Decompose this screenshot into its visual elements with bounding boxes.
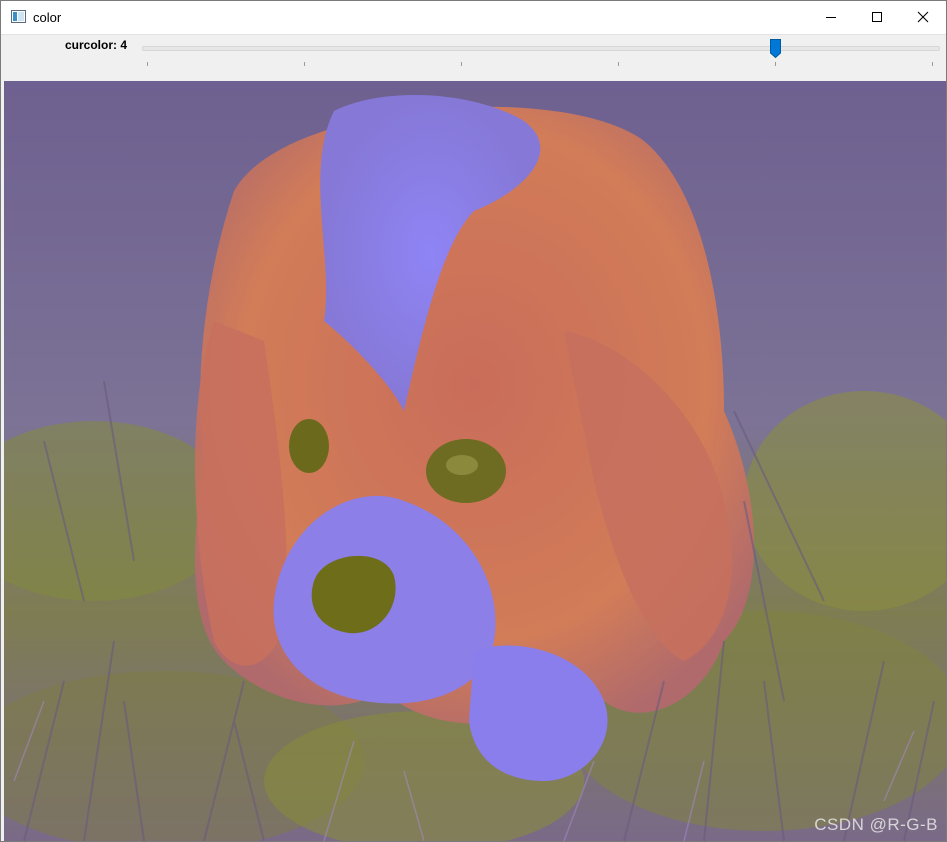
watermark-text: CSDN @R-G-B — [814, 815, 938, 834]
maximize-icon — [872, 12, 882, 22]
maximize-button[interactable] — [854, 1, 900, 33]
minimize-icon — [826, 17, 836, 18]
trackbar-tick — [932, 62, 933, 66]
window-title: color — [33, 10, 62, 25]
trackbar-tick — [618, 62, 619, 66]
close-icon — [917, 11, 929, 23]
trackbar-value: 4 — [120, 38, 128, 52]
trackbar-tick — [304, 62, 305, 66]
trackbar-tick — [775, 62, 776, 66]
trackbar-track[interactable] — [142, 46, 940, 51]
window-app-icon — [11, 10, 26, 23]
trackbar-panel: curcolor: 4 — [1, 34, 946, 81]
minimize-button[interactable] — [808, 1, 854, 33]
trackbar-name: curcolor: — [65, 38, 118, 52]
title-bar[interactable]: color — [1, 1, 946, 34]
trackbar-thumb[interactable] — [770, 39, 781, 58]
dog-photo — [4, 81, 946, 841]
trackbar-tick — [461, 62, 462, 66]
trackbar-label: curcolor: 4 — [65, 38, 127, 52]
trackbar-tick — [147, 62, 148, 66]
close-button[interactable] — [900, 1, 946, 33]
app-window: color curcolor: 4 CSDN @R-G-B — [0, 0, 947, 842]
image-display: CSDN @R-G-B — [4, 81, 946, 841]
